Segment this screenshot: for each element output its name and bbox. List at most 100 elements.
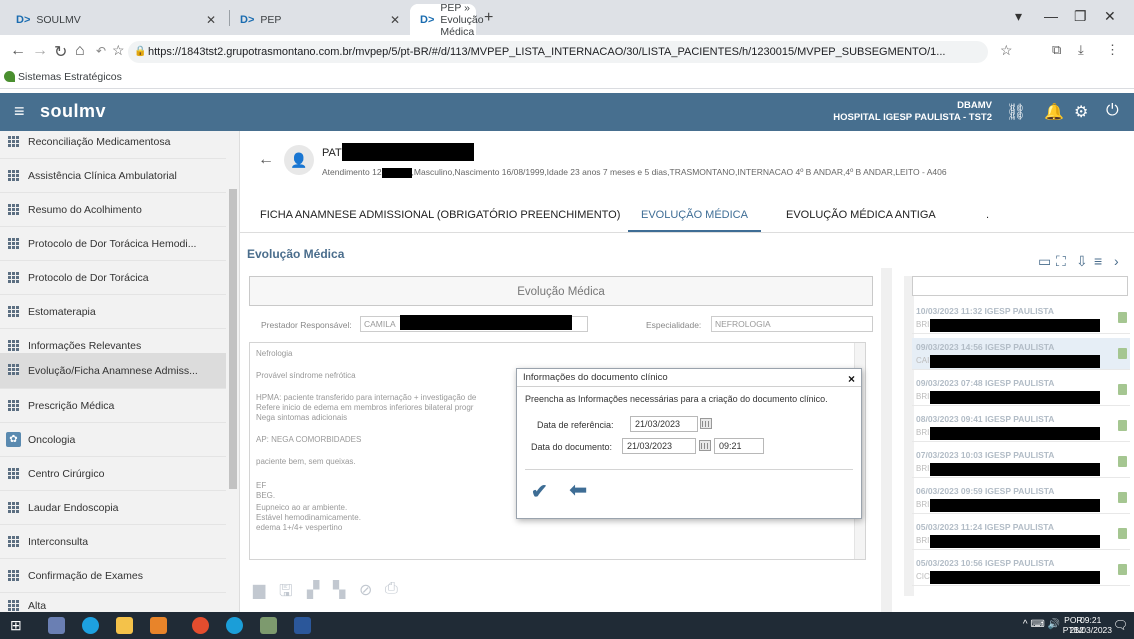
document-icon[interactable] (1118, 492, 1127, 503)
app-icon[interactable] (48, 617, 65, 634)
calendar-icon[interactable] (699, 440, 711, 451)
especialidade-field[interactable]: NEFROLOGIA (711, 316, 873, 332)
document-time-input[interactable]: 09:21 (714, 438, 764, 454)
history-item[interactable]: 09/03/2023 07:48 IGESP PAULISTA BRI (912, 374, 1130, 406)
mv-app-icon[interactable] (260, 617, 277, 634)
url-field[interactable]: 🔒 https://1843tst2.grupotrasmontano.com.… (128, 41, 988, 63)
confirm-check-icon[interactable]: ✔ (531, 479, 548, 504)
print-icon[interactable]: ⎙ (385, 580, 398, 598)
tab-search-icon[interactable]: ▾ (1015, 8, 1022, 25)
browser-tab-soulmv[interactable]: D> SOULMV ✕ (6, 4, 226, 35)
bookmark-sistemas[interactable]: Sistemas Estratégicos (18, 71, 122, 83)
calendar-icon[interactable] (700, 418, 712, 429)
document-icon[interactable] (1118, 384, 1127, 395)
history-item[interactable]: 07/03/2023 10:03 IGESP PAULISTA BRI (912, 446, 1130, 478)
clock[interactable]: 09:21 21/03/2023 (1069, 615, 1112, 635)
sidebar-item-label: Prescrição Médica (28, 399, 115, 412)
edge-icon[interactable] (82, 617, 99, 634)
system-tray-icons[interactable]: ^ ⌨ 🔊 (1023, 619, 1060, 630)
history-item[interactable]: 08/03/2023 09:41 IGESP PAULISTA BRI (912, 410, 1130, 442)
word-icon[interactable] (294, 617, 311, 634)
cancel-icon[interactable]: ⊘ (359, 580, 372, 600)
document-icon[interactable] (1118, 348, 1127, 359)
app-icon[interactable] (150, 617, 167, 634)
close-icon[interactable]: ✕ (206, 13, 216, 27)
history-item[interactable]: 06/03/2023 09:59 IGESP PAULISTA BRI (912, 482, 1130, 514)
notification-icon[interactable]: 🗨 (1113, 618, 1128, 632)
download-icon[interactable]: ⤓ (1078, 42, 1084, 58)
hamburger-menu-icon[interactable]: ≡ (14, 101, 25, 122)
history-item[interactable]: 09/03/2023 14:56 IGESP PAULISTA CAI (912, 338, 1130, 370)
bookmark-star-icon[interactable]: ☆ (1000, 42, 1013, 59)
sidebar-item-resumo[interactable]: Resumo do Acolhimento (0, 193, 226, 227)
new-tab-icon[interactable]: + (484, 9, 493, 27)
sidebar-item-alta[interactable]: Alta (0, 589, 226, 612)
list-icon[interactable]: ≡ (1094, 253, 1102, 269)
reload-icon[interactable]: ↻ (54, 42, 67, 62)
browser-tab-pep[interactable]: D> PEP ✕ (230, 4, 410, 35)
close-icon[interactable]: × (848, 370, 855, 388)
sidebar-item-prescricao[interactable]: Prescrição Médica (0, 389, 226, 423)
sidebar-item-protocolo-dor[interactable]: Protocolo de Dor Torácica (0, 261, 226, 295)
sidebar-item-label: Informações Relevantes (28, 339, 142, 352)
power-icon[interactable]: ⏻ (1106, 102, 1119, 120)
save-icon[interactable]: 🖫 (279, 580, 293, 607)
sidebar-scroll-thumb[interactable] (229, 189, 237, 489)
sidebar-item-evolucao[interactable]: Evolução/Ficha Anamnese Admiss... (0, 353, 226, 389)
sidebar-item-exames[interactable]: Confirmação de Exames (0, 559, 226, 593)
tab-evolucao-medica[interactable]: EVOLUÇÃO MÉDICA (641, 209, 748, 221)
document-icon[interactable] (1118, 456, 1127, 467)
mv-logo-icon: D> (420, 13, 435, 26)
menu-icon[interactable]: ⋮ (1106, 42, 1119, 58)
history-icon[interactable]: ↶ (96, 44, 106, 58)
sidebar-item-centro-cirurgico[interactable]: Centro Cirúrgico (0, 457, 226, 491)
new-document-icon[interactable]: ▆ (253, 580, 265, 600)
tab-evolucao-antiga[interactable]: EVOLUÇÃO MÉDICA ANTIGA (786, 209, 936, 221)
history-item[interactable]: 05/03/2023 10:56 IGESP PAULISTA CIC (912, 554, 1130, 586)
window-close-icon[interactable]: ✕ (1104, 8, 1116, 25)
history-item[interactable]: 10/03/2023 11:32 IGESP PAULISTA BRI (912, 302, 1130, 334)
document-icon[interactable] (1118, 528, 1127, 539)
windows-start-icon[interactable]: ⊞ (10, 617, 22, 634)
skype-icon[interactable] (226, 617, 243, 634)
home-icon[interactable]: ⌂ (75, 42, 85, 60)
sidebar-item-oncologia[interactable]: ✿ Oncologia (0, 423, 226, 457)
browser-tab-active[interactable]: D> PEP » Evolução Médica (410, 2, 484, 38)
document-date-input[interactable]: 21/03/2023 (622, 438, 696, 454)
star-icon[interactable]: ☆ (112, 42, 125, 59)
gear-icon[interactable]: ⚙ (1074, 102, 1088, 122)
maximize-icon[interactable]: ❐ (1074, 8, 1087, 25)
file-explorer-icon[interactable] (116, 617, 133, 634)
document-scrollbar[interactable] (881, 268, 892, 612)
history-item[interactable]: 05/03/2023 11:24 IGESP PAULISTA BRI (912, 518, 1130, 550)
dialog-message: Preencha as Informações necessárias para… (525, 394, 828, 404)
chevron-right-icon[interactable]: › (1114, 253, 1119, 269)
back-icon[interactable]: ← (10, 42, 26, 60)
document-icon[interactable] (1118, 420, 1127, 431)
history-search-input[interactable] (912, 276, 1128, 296)
tab-more[interactable]: . (986, 209, 989, 221)
back-arrow-icon[interactable]: ← (258, 151, 274, 169)
document-icon[interactable] (1118, 564, 1127, 575)
link-icon[interactable]: ⛓ (1006, 102, 1026, 122)
sidebar-item-estomaterapia[interactable]: Estomaterapia (0, 295, 226, 329)
sidebar-item-assistencia[interactable]: Assistência Clínica Ambulatorial (0, 159, 226, 193)
reference-date-input[interactable]: 21/03/2023 (630, 416, 698, 432)
tab-title: PEP (260, 13, 282, 26)
document-icon[interactable] (1118, 312, 1127, 323)
sidebar-item-interconsulta[interactable]: Interconsulta (0, 525, 226, 559)
cast-icon[interactable]: ⧉ (1052, 42, 1061, 58)
edit-icon[interactable]: ▞ (307, 580, 319, 600)
sidebar-item-label: Reconciliação Medicamentosa (28, 135, 171, 148)
sidebar-item-reconciliacao[interactable]: Reconciliação Medicamentosa (0, 131, 226, 159)
minimize-icon[interactable]: — (1044, 8, 1058, 24)
chrome-icon[interactable] (192, 617, 209, 634)
sidebar-item-protocolo-hemodi[interactable]: Protocolo de Dor Torácica Hemodi... (0, 227, 226, 261)
back-arrow-icon[interactable]: ⬅ (569, 477, 587, 503)
forward-icon[interactable]: → (32, 42, 48, 60)
copy-icon[interactable]: ▚ (333, 580, 345, 600)
close-icon[interactable]: ✕ (390, 13, 400, 27)
tab-ficha-anamnese[interactable]: FICHA ANAMNESE ADMISSIONAL (OBRIGATÓRIO … (260, 209, 620, 221)
sidebar-item-endoscopia[interactable]: Laudar Endoscopia (0, 491, 226, 525)
bell-icon[interactable]: 🔔 (1044, 102, 1064, 122)
